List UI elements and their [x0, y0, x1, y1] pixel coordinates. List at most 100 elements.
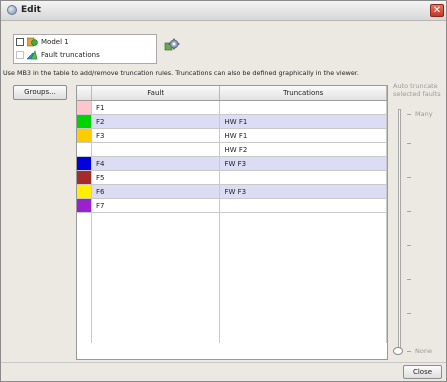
table-row[interactable]: F4 FW F3 [77, 156, 387, 171]
empty-cell [91, 252, 221, 265]
model-checkbox[interactable] [16, 38, 24, 46]
empty-cell [219, 330, 387, 343]
empty-cell [219, 278, 387, 291]
truncations-cell[interactable]: HW F2 [219, 142, 387, 157]
fault-name-cell[interactable]: F6 [91, 184, 221, 199]
fault-color-swatch[interactable] [77, 128, 92, 143]
truncations-cell[interactable]: HW F1 [219, 128, 387, 143]
groups-button[interactable]: Groups... [13, 85, 67, 100]
empty-cell [77, 239, 92, 252]
table-header-row: Fault Truncations [77, 86, 387, 101]
fault-truncations-checkbox[interactable] [16, 51, 24, 59]
table-row[interactable]: F7 [77, 198, 387, 213]
truncations-cell[interactable]: HW F1 [219, 114, 387, 129]
edit-dialog: Edit ✕ Model 1 Fault truncations Use MB3… [0, 0, 447, 382]
auto-truncate-slider-track[interactable] [398, 109, 401, 353]
auto-truncate-label: Auto truncate selected faults [393, 82, 446, 98]
empty-cell [91, 317, 221, 330]
empty-cell [91, 291, 221, 304]
auto-truncate-slider-thumb[interactable] [393, 347, 403, 355]
fault-color-swatch[interactable] [77, 156, 92, 171]
gear-icon[interactable] [164, 37, 180, 53]
truncations-column-header[interactable]: Truncations [219, 86, 387, 101]
model-tree: Model 1 Fault truncations [13, 34, 157, 64]
slider-tick [407, 177, 411, 178]
tree-item-label: Model 1 [41, 38, 69, 46]
empty-cell [77, 291, 92, 304]
fault-name-cell[interactable]: F7 [91, 198, 221, 213]
dialog-icon [7, 5, 17, 15]
truncations-cell[interactable] [219, 100, 387, 115]
fault-name-cell[interactable] [91, 142, 221, 157]
slider-tick [407, 245, 411, 246]
empty-cell [219, 252, 387, 265]
slider-tick [407, 313, 411, 314]
empty-table-row [77, 212, 387, 226]
empty-table-row [77, 252, 387, 265]
empty-cell [219, 212, 387, 226]
empty-cell [77, 226, 92, 239]
table-row[interactable]: F1 [77, 100, 387, 115]
empty-table-row [77, 304, 387, 317]
instruction-text: Use MB3 in the table to add/remove trunc… [3, 69, 359, 77]
fault-color-swatch[interactable] [77, 170, 92, 185]
empty-table-row [77, 278, 387, 291]
empty-cell [91, 278, 221, 291]
empty-table-row [77, 239, 387, 252]
color-column-header [77, 86, 92, 101]
fault-color-swatch[interactable] [77, 198, 92, 213]
window-close-button[interactable]: ✕ [430, 4, 444, 17]
dialog-title: Edit [21, 5, 41, 15]
slider-tick [407, 114, 411, 115]
slider-tick [407, 279, 411, 280]
fault-column-header[interactable]: Fault [91, 86, 221, 101]
title-bar: Edit ✕ [1, 1, 446, 21]
truncation-grid: Fault Truncations F1 F2 HW F1 F3 HW F1 HW F2 F… [77, 86, 387, 343]
fault-color-swatch[interactable] [77, 184, 92, 199]
empty-cell [219, 265, 387, 278]
empty-cell [77, 330, 92, 343]
table-row[interactable]: HW F2 [77, 142, 387, 157]
fault-truncations-icon [27, 50, 38, 60]
empty-cell [219, 226, 387, 239]
truncations-cell[interactable] [219, 198, 387, 213]
empty-table-row [77, 265, 387, 278]
table-row[interactable]: F2 HW F1 [77, 114, 387, 129]
fault-color-swatch[interactable] [77, 100, 92, 115]
model-icon [27, 37, 38, 47]
footer-divider [1, 362, 446, 363]
truncations-cell[interactable]: FW F3 [219, 156, 387, 171]
fault-name-cell[interactable]: F1 [91, 100, 221, 115]
empty-cell [91, 239, 221, 252]
table-row[interactable]: F3 HW F1 [77, 128, 387, 143]
truncation-table: Fault Truncations F1 F2 HW F1 F3 HW F1 HW F2 F… [76, 85, 388, 360]
empty-cell [91, 330, 221, 343]
fault-color-swatch[interactable] [77, 142, 92, 157]
empty-table-row [77, 330, 387, 343]
empty-cell [219, 291, 387, 304]
empty-cell [77, 317, 92, 330]
empty-cell [91, 304, 221, 317]
fault-name-cell[interactable]: F5 [91, 170, 221, 185]
empty-table-row [77, 226, 387, 239]
empty-cell [219, 317, 387, 330]
close-button[interactable]: Close [403, 365, 442, 379]
slider-label-none: None [415, 347, 432, 355]
fault-name-cell[interactable]: F3 [91, 128, 221, 143]
auto-truncate-label-line1: Auto truncate [393, 82, 438, 90]
slider-tick [407, 351, 411, 352]
truncations-cell[interactable] [219, 170, 387, 185]
fault-color-swatch[interactable] [77, 114, 92, 129]
empty-table-row [77, 291, 387, 304]
empty-table-row [77, 317, 387, 330]
empty-cell [77, 278, 92, 291]
table-row[interactable]: F5 [77, 170, 387, 185]
table-row[interactable]: F6 FW F3 [77, 184, 387, 199]
empty-cell [77, 252, 92, 265]
slider-tick [407, 211, 411, 212]
fault-name-cell[interactable]: F4 [91, 156, 221, 171]
truncations-cell[interactable]: FW F3 [219, 184, 387, 199]
fault-name-cell[interactable]: F2 [91, 114, 221, 129]
tree-item-label: Fault truncations [41, 51, 100, 59]
empty-cell [91, 265, 221, 278]
